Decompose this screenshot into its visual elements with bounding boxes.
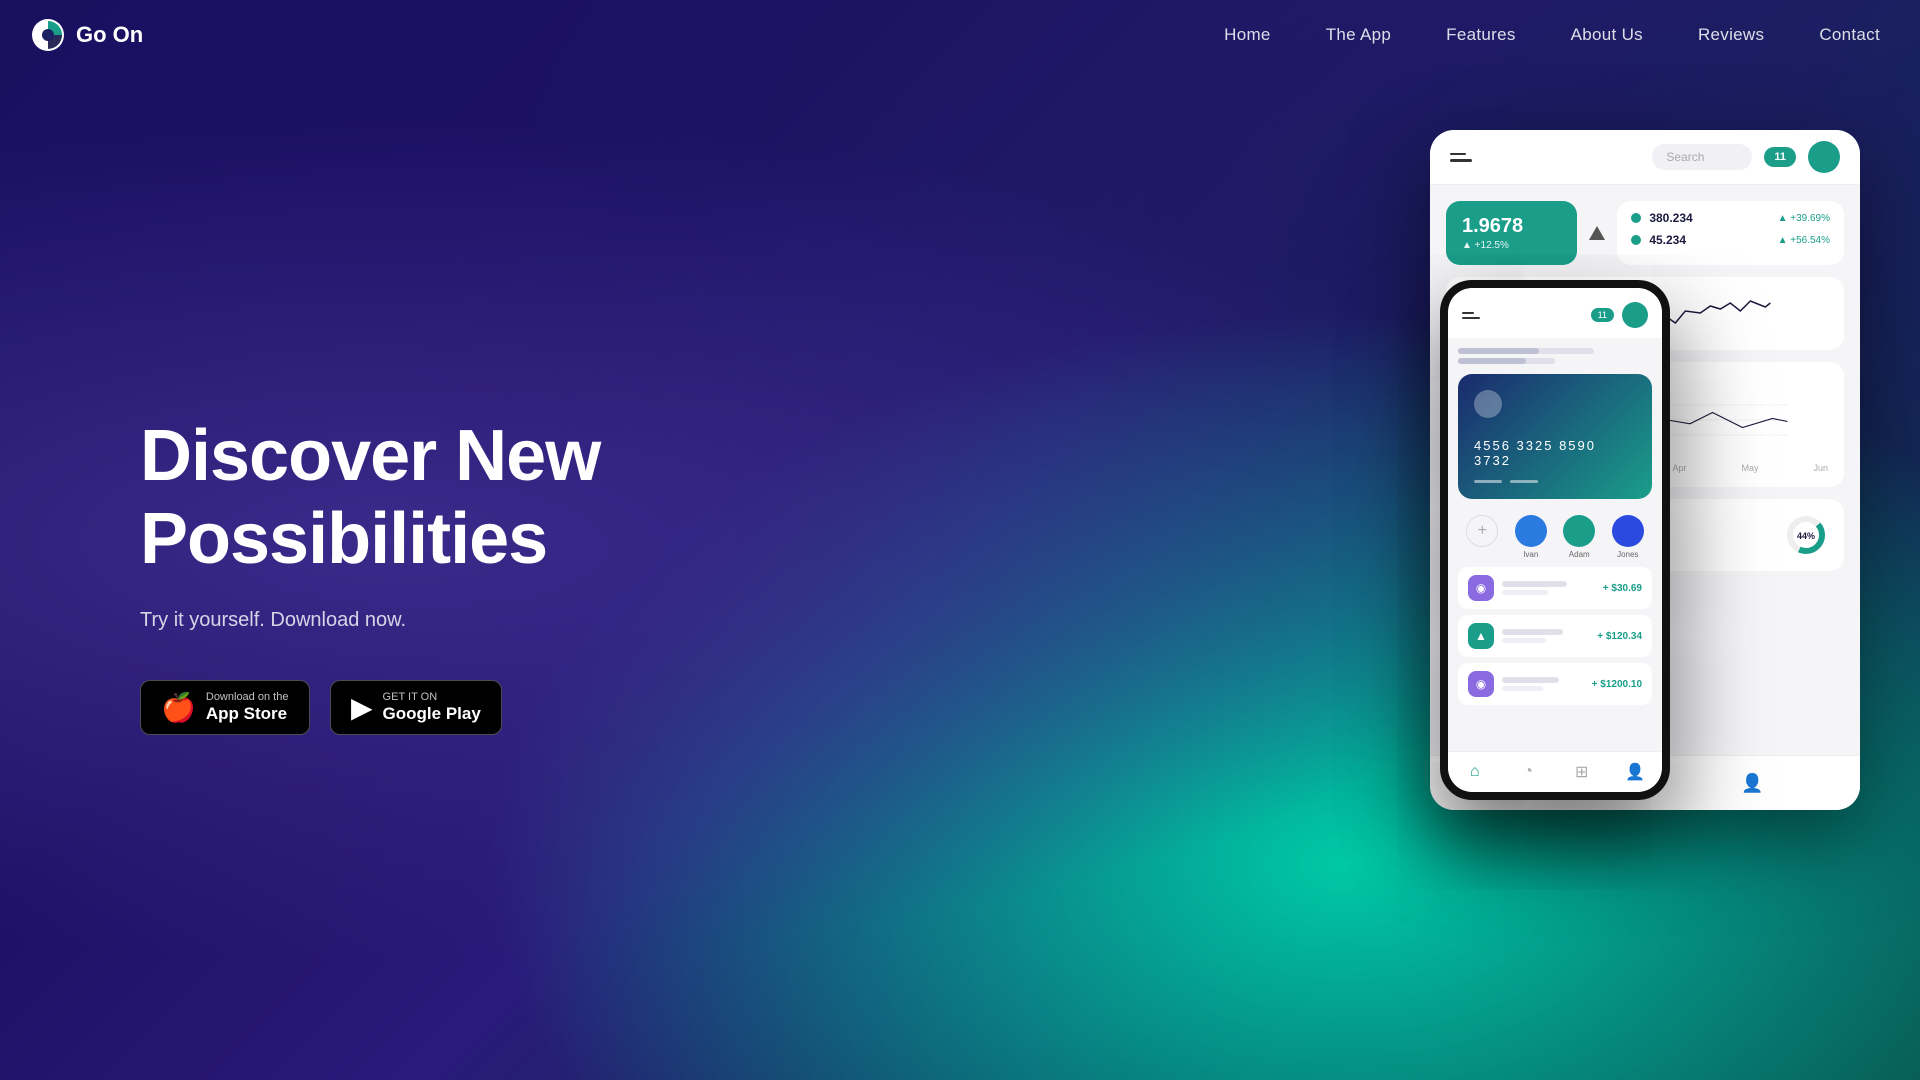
hero-title: Discover New Possibilities [140,415,600,581]
stat-list-item2: 45.234 [1649,233,1686,247]
googleplay-icon: ▶ [351,691,373,724]
nav-links: Home The App Features About Us Reviews C… [1224,25,1880,45]
phone-tab-chart[interactable]: ◔ [1518,762,1538,782]
add-contact-icon[interactable]: + [1466,515,1498,547]
trans-icon-2: ▲ [1468,623,1494,649]
appstore-label-bottom: App Store [206,704,289,724]
googleplay-button[interactable]: ▶ GET IT ON Google Play [330,680,502,736]
stat-arrow [1589,201,1605,265]
nav-link-the-app[interactable]: The App [1326,25,1391,45]
appstore-button[interactable]: 🍎 Download on the App Store [140,680,310,736]
nav-link-home[interactable]: Home [1224,25,1271,45]
download-buttons: 🍎 Download on the App Store ▶ GET IT ON … [140,680,600,736]
donut-chart: 44% [1784,513,1828,557]
arrow-up-icon [1589,226,1605,240]
appstore-label-top: Download on the [206,691,289,704]
phone-content: 4556 3325 8590 3732 + Ivan [1448,338,1662,751]
nav-link-about-us[interactable]: About Us [1571,25,1643,45]
stat-list: 380.234 ▲ +39.69% 45.234 ▲ +56.54% [1617,201,1844,265]
phone-tab-home[interactable]: ⌂ [1465,762,1485,782]
trans-amount-1: + $30.69 [1603,583,1642,594]
transaction-list: ◉ + $30.69 ▲ + $120.34 [1458,567,1652,705]
phone-hamburger-icon [1462,312,1480,319]
tablet-header-right: Search 11 [1652,141,1840,173]
progress-bar-2 [1458,358,1555,364]
phone-screen: 11 4556 3325 8590 3732 [1448,288,1662,792]
googleplay-label-bottom: Google Play [383,704,481,724]
mockup-area: Search 11 1.9678 ▲ +12.5% [970,50,1920,1000]
contact-adam: Adam [1563,515,1595,559]
trans-details-1 [1502,581,1595,595]
tablet-header: Search 11 [1430,130,1860,185]
trans-icon-3: ◉ [1468,671,1494,697]
transaction-3: ◉ + $1200.10 [1458,663,1652,705]
stat-list-item1: 380.234 [1649,211,1692,225]
svg-text:44%: 44% [1797,531,1815,541]
trans-icon-1: ◉ [1468,575,1494,601]
contact-ivan: Ivan [1515,515,1547,559]
card-decoration [1474,480,1636,483]
logo-text: Go On [76,22,143,48]
navbar: Go On Home The App Features About Us Rev… [0,0,1920,70]
apple-icon: 🍎 [161,691,196,724]
trans-amount-3: + $1200.10 [1592,679,1642,690]
phone-avatar [1622,302,1648,328]
trans-details-3 [1502,677,1584,691]
phone-header: 11 [1448,288,1662,338]
nav-link-contact[interactable]: Contact [1819,25,1880,45]
phone-mockup: 11 4556 3325 8590 3732 [1440,280,1670,800]
phone-tab-profile[interactable]: 👤 [1625,762,1645,782]
notification-badge: 11 [1764,147,1796,167]
card-number: 4556 3325 8590 3732 [1474,438,1636,468]
phone-contacts: + Ivan Adam Jones [1458,507,1652,567]
tablet-search[interactable]: Search [1652,144,1752,170]
contact-add: + [1466,515,1498,559]
tab-user-icon[interactable]: 👤 [1742,772,1764,794]
transaction-2: ▲ + $120.34 [1458,615,1652,657]
stat1-value: 1.9678 [1462,215,1561,238]
logo-icon [30,17,66,53]
stats-row: 1.9678 ▲ +12.5% 380.234 ▲ +39.69% 45. [1446,201,1844,265]
contact-jones: Jones [1612,515,1644,559]
nav-link-features[interactable]: Features [1446,25,1516,45]
stat-card-1: 1.9678 ▲ +12.5% [1446,201,1577,265]
logo[interactable]: Go On [30,17,143,53]
phone-header-right: 11 [1591,302,1648,328]
trans-details-2 [1502,629,1589,643]
credit-card: 4556 3325 8590 3732 [1458,374,1652,499]
stat-list-change2: ▲ +56.54% [1778,235,1830,246]
transaction-1: ◉ + $30.69 [1458,567,1652,609]
hamburger-icon [1450,153,1472,162]
hero-content: Discover New Possibilities Try it yourse… [140,415,600,735]
googleplay-label-top: GET IT ON [383,691,481,704]
nav-link-reviews[interactable]: Reviews [1698,25,1764,45]
phone-notification-badge: 11 [1591,308,1614,322]
progress-bar-1 [1458,348,1594,354]
phone-tab-grid[interactable]: ⊞ [1572,762,1592,782]
card-chip [1474,390,1502,418]
phone-footer: ⌂ ◔ ⊞ 👤 [1448,751,1662,792]
trans-amount-2: + $120.34 [1597,631,1642,642]
avatar [1808,141,1840,173]
stat1-change: ▲ +12.5% [1462,240,1561,251]
hero-subtitle: Try it yourself. Download now. [140,609,600,632]
stat-list-change1: ▲ +39.69% [1778,213,1830,224]
